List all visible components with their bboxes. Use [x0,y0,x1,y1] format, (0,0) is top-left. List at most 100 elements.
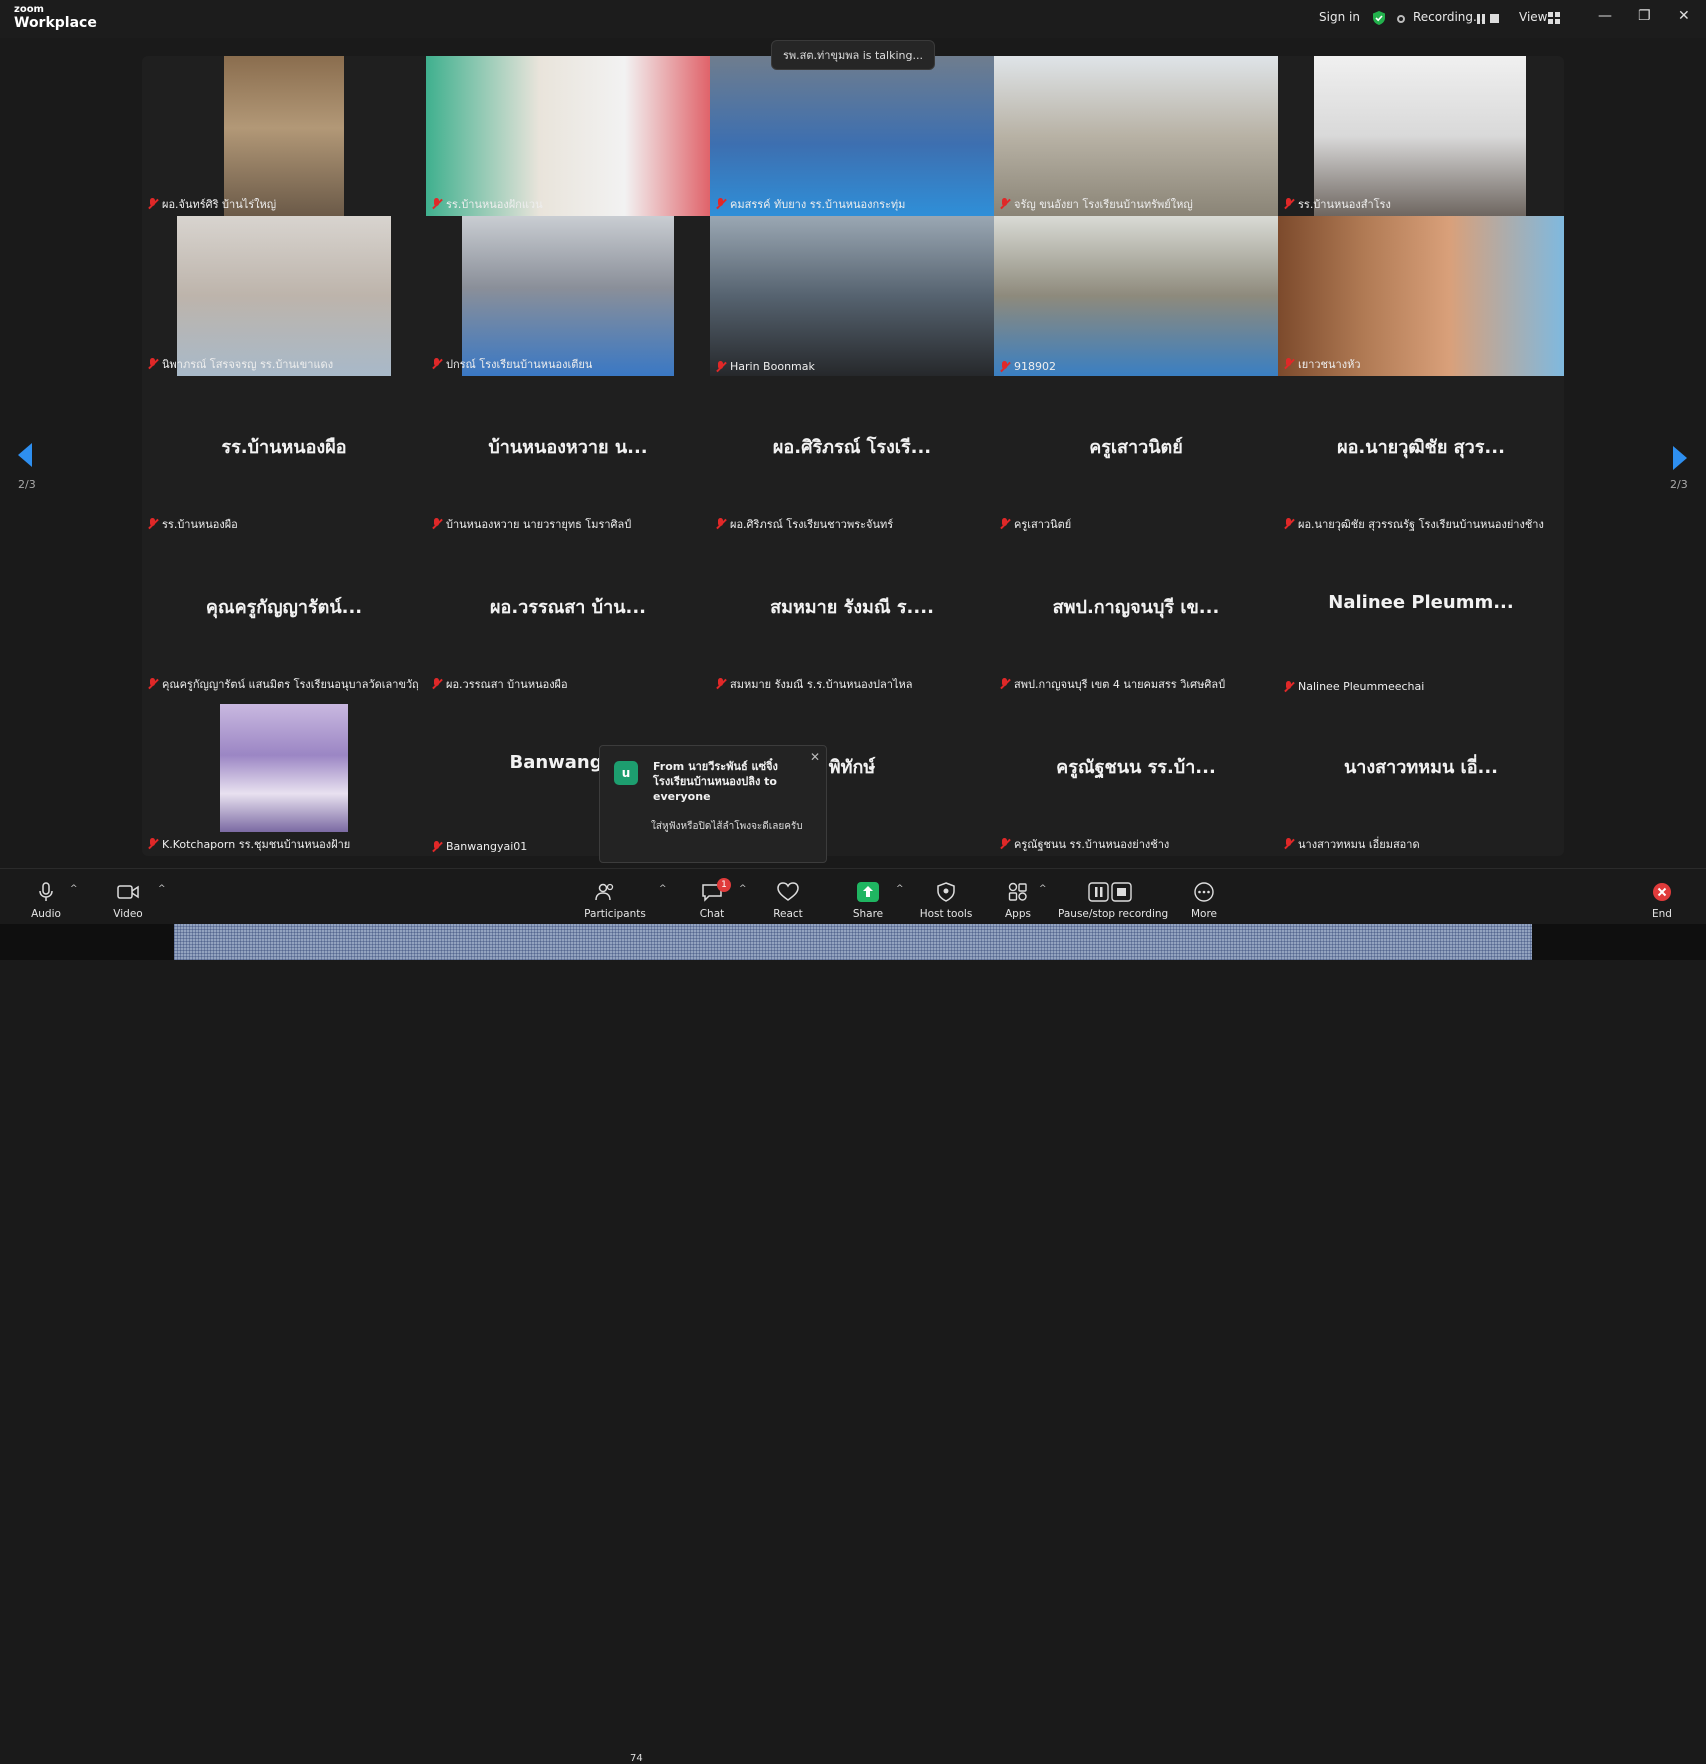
participants-count: 74 [630,1753,643,1764]
participant-name: รร.บ้านหนองผือ [162,518,238,531]
react-button[interactable]: React [766,869,810,925]
next-page-arrow-icon[interactable] [1673,446,1687,470]
muted-mic-icon [1284,838,1294,850]
more-dots-icon [1194,882,1214,902]
host-tools-shield-icon [937,882,955,902]
shield-icon[interactable] [1371,10,1387,26]
participant-tile[interactable]: Nalinee Pleumm... Nalinee Pleummeechai [1278,536,1564,696]
muted-mic-icon [432,678,442,690]
participant-tile[interactable]: ครูเสาวนิตย์ ครูเสาวนิตย์ [994,376,1278,536]
participant-label: Nalinee Pleummeechai [1284,680,1424,693]
video-feed [710,56,994,216]
end-meeting-button[interactable]: End [1644,869,1680,925]
muted-mic-icon [716,518,726,530]
participant-display-name: ครูณัฐชนน รร.บ้า... [1056,757,1216,778]
apps-options-chevron-icon[interactable]: ^ [1039,884,1047,894]
video-button[interactable]: Video [106,869,150,925]
participant-tile[interactable]: K.Kotchaporn รร.ชุมชนบ้านหนองฝ้าย [142,696,426,856]
participant-label: ผอ.จันทร์ศิริ บ้านไร่ใหญ่ [148,195,276,213]
participant-tile[interactable]: ผอ.จันทร์ศิริ บ้านไร่ใหญ่ [142,56,426,216]
desktop-edge-right [1532,924,1706,960]
participant-tile[interactable]: นิพาภรณ์ โสรจจรญ รร.บ้านเขาแดง [142,216,426,376]
muted-mic-icon [1284,518,1294,530]
participant-display-name: Nalinee Pleumm... [1328,592,1514,613]
participants-label: Participants [584,908,646,920]
participant-label: ปกรณ์ โรงเรียนบ้านหนองเตียน [432,355,592,373]
participant-display-name: ผอ.วรรณสา บ้าน... [489,597,647,618]
previous-page-arrow-icon[interactable] [18,443,32,467]
video-options-chevron-icon[interactable]: ^ [158,884,166,894]
muted-mic-icon [716,198,726,210]
participant-display-name: ครูเสาวนิตย์ [1089,437,1183,458]
participants-button[interactable]: Participants [578,869,652,925]
participants-options-chevron-icon[interactable]: ^ [659,884,667,894]
grid-view-icon[interactable] [1548,12,1560,24]
sign-in-button[interactable]: Sign in [1319,10,1360,24]
chat-notification[interactable]: u From นายวีระพันธ์ แซ่จิ๋ง โรงเรียนบ้าน… [599,745,827,863]
participant-tile[interactable]: รร.บ้านหนองฝักแวน [426,56,710,216]
minimize-icon[interactable]: — [1598,8,1612,24]
participant-label: สพป.กาญจนบุรี เขต 4 นายคมสรร วิเศษศิลป์ [1000,675,1225,693]
participant-name: บ้านหนองหวาย นายวรายุทธ โมราศิลป์ [446,518,632,531]
muted-mic-icon [1284,358,1294,370]
close-icon[interactable]: ✕ [1678,8,1690,24]
desktop-edge-left [0,924,174,960]
participant-name: Nalinee Pleummeechai [1298,680,1425,693]
audio-button[interactable]: Audio [24,869,68,925]
participant-display-name: สมหมาย รังมณี ร.... [770,597,934,618]
participant-label: รร.บ้านหนองสำโรง [1284,195,1391,213]
participant-name: รร.บ้านหนองฝักแวน [446,198,543,211]
restore-icon[interactable]: ❐ [1638,8,1651,24]
apps-icon [1008,882,1027,901]
participant-tile[interactable]: ครูณัฐชนน รร.บ้า... ครูณัฐชนน รร.บ้านหนอ… [994,696,1278,856]
participant-tile[interactable]: ผอ.วรรณสา บ้าน... ผอ.วรรณสา บ้านหนองผือ [426,536,710,696]
brand-bottom: Workplace [14,15,97,31]
apps-button[interactable]: Apps [1000,869,1036,925]
video-feed [224,56,344,216]
audio-options-chevron-icon[interactable]: ^ [70,884,78,894]
participant-tile[interactable]: Harin Boonmak [710,216,994,376]
participant-tile[interactable]: คมสรรค์ ทับยาง รร.บ้านหนองกระทุ่ม [710,56,994,216]
video-feed [426,56,710,216]
video-feed [1278,216,1564,376]
pause-recording-icon[interactable] [1477,14,1485,24]
participant-name: ครูเสาวนิตย์ [1014,518,1072,531]
recording-dot-icon [1397,15,1405,23]
chat-button[interactable]: Chat [690,869,734,925]
participant-label: ผอ.วรรณสา บ้านหนองผือ [432,675,568,693]
more-button[interactable]: More [1184,869,1224,925]
muted-mic-icon [148,838,158,850]
participant-tile[interactable]: คุณครูกัญญารัตน์... คุณครูกัญญารัตน์ แสน… [142,536,426,696]
participant-tile[interactable]: บ้านหนองหวาย น... บ้านหนองหวาย นายวรายุท… [426,376,710,536]
participant-name: สมหมาย รังมณี ร.ร.บ้านหนองปลาไหล [730,678,913,691]
participant-tile[interactable]: รร.บ้านหนองสำโรง [1278,56,1564,216]
participant-tile[interactable]: นางสาวทหมน เอี่... นางสาวทหมน เอี่ยมสอาด [1278,696,1564,856]
share-options-chevron-icon[interactable]: ^ [896,884,904,894]
stop-recording-icon[interactable] [1490,14,1499,23]
participant-tile[interactable]: รร.บ้านหนองผือ รร.บ้านหนองผือ [142,376,426,536]
participant-display-name: นางสาวทหมน เอี่... [1343,757,1499,778]
participant-tile[interactable]: สพป.กาญจนบุรี เข... สพป.กาญจนบุรี เขต 4 … [994,536,1278,696]
participant-label: Banwangyai01 [432,840,527,853]
participant-tile[interactable]: 918902 [994,216,1278,376]
participant-tile[interactable]: เยาวชนางหัว [1278,216,1564,376]
participant-tile[interactable]: สมหมาย รังมณี ร.... สมหมาย รังมณี ร.ร.บ้… [710,536,994,696]
host-tools-button[interactable]: Host tools [916,869,976,925]
share-button[interactable]: Share [846,869,890,925]
talking-indicator: รพ.สต.ท่าขุมพล is talking... [771,40,935,70]
participant-tile[interactable]: ผอ.ศิริภรณ์ โรงเรี... ผอ.ศิริภรณ์ โรงเรี… [710,376,994,536]
pause-stop-recording-button[interactable]: Pause/stop recording [1058,869,1168,925]
participant-name: จรัญ ขนอังยา โรงเรียนบ้านทรัพย์ใหญ่ [1014,198,1193,211]
participant-label: Harin Boonmak [716,360,815,373]
participant-label: นิพาภรณ์ โสรจจรญ รร.บ้านเขาแดง [148,355,333,373]
participant-tile[interactable]: ผอ.นายวุฒิชัย สุวร... ผอ.นายวุฒิชัย สุวร… [1278,376,1564,536]
chat-options-chevron-icon[interactable]: ^ [739,884,747,894]
muted-mic-icon [432,198,442,210]
view-button[interactable]: View [1519,10,1547,24]
recording-status: Recording... [1413,10,1485,24]
close-notification-icon[interactable]: ✕ [810,750,820,764]
muted-mic-icon [1284,198,1294,210]
muted-mic-icon [1284,680,1294,693]
participant-tile[interactable]: ปกรณ์ โรงเรียนบ้านหนองเตียน [426,216,710,376]
participant-tile[interactable]: จรัญ ขนอังยา โรงเรียนบ้านทรัพย์ใหญ่ [994,56,1278,216]
